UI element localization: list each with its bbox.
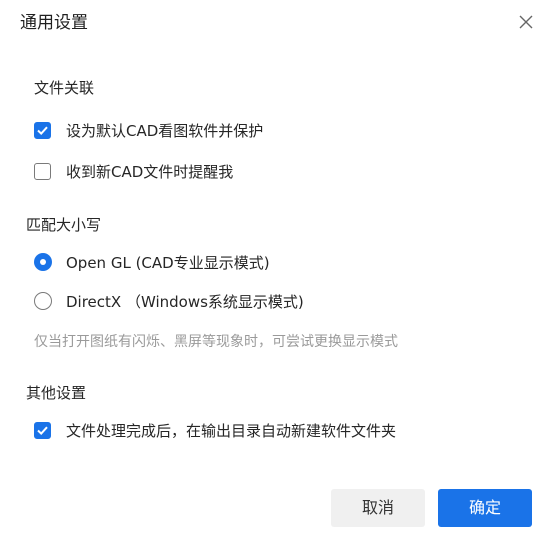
section-heading-file-association: 文件关联: [34, 79, 95, 97]
notify-new-file-label[interactable]: 收到新CAD文件时提醒我: [66, 162, 233, 182]
confirm-button[interactable]: 确定: [438, 489, 532, 527]
opengl-label[interactable]: Open GL (CAD专业显示模式): [66, 253, 270, 273]
default-viewer-checkbox[interactable]: [34, 122, 51, 139]
notify-new-file-checkbox[interactable]: [34, 163, 51, 180]
directx-label[interactable]: DirectX （Windows系统显示模式): [66, 292, 304, 312]
check-icon: [37, 126, 48, 136]
renderer-hint: 仅当打开图纸有闪烁、黑屏等现象时，可尝试更换显示模式: [34, 334, 398, 350]
auto-folder-label[interactable]: 文件处理完成后，在输出目录自动新建软件文件夹: [66, 421, 396, 441]
directx-radio[interactable]: [34, 292, 52, 310]
dialog-title: 通用设置: [20, 13, 88, 33]
check-icon: [37, 426, 48, 436]
default-viewer-label[interactable]: 设为默认CAD看图软件并保护: [66, 121, 263, 141]
cancel-button[interactable]: 取消: [331, 489, 425, 527]
close-icon[interactable]: [516, 12, 536, 32]
section-heading-renderer: 匹配大小写: [26, 216, 102, 234]
section-heading-other: 其他设置: [26, 384, 87, 402]
opengl-radio[interactable]: [34, 253, 52, 271]
auto-folder-checkbox[interactable]: [34, 422, 51, 439]
